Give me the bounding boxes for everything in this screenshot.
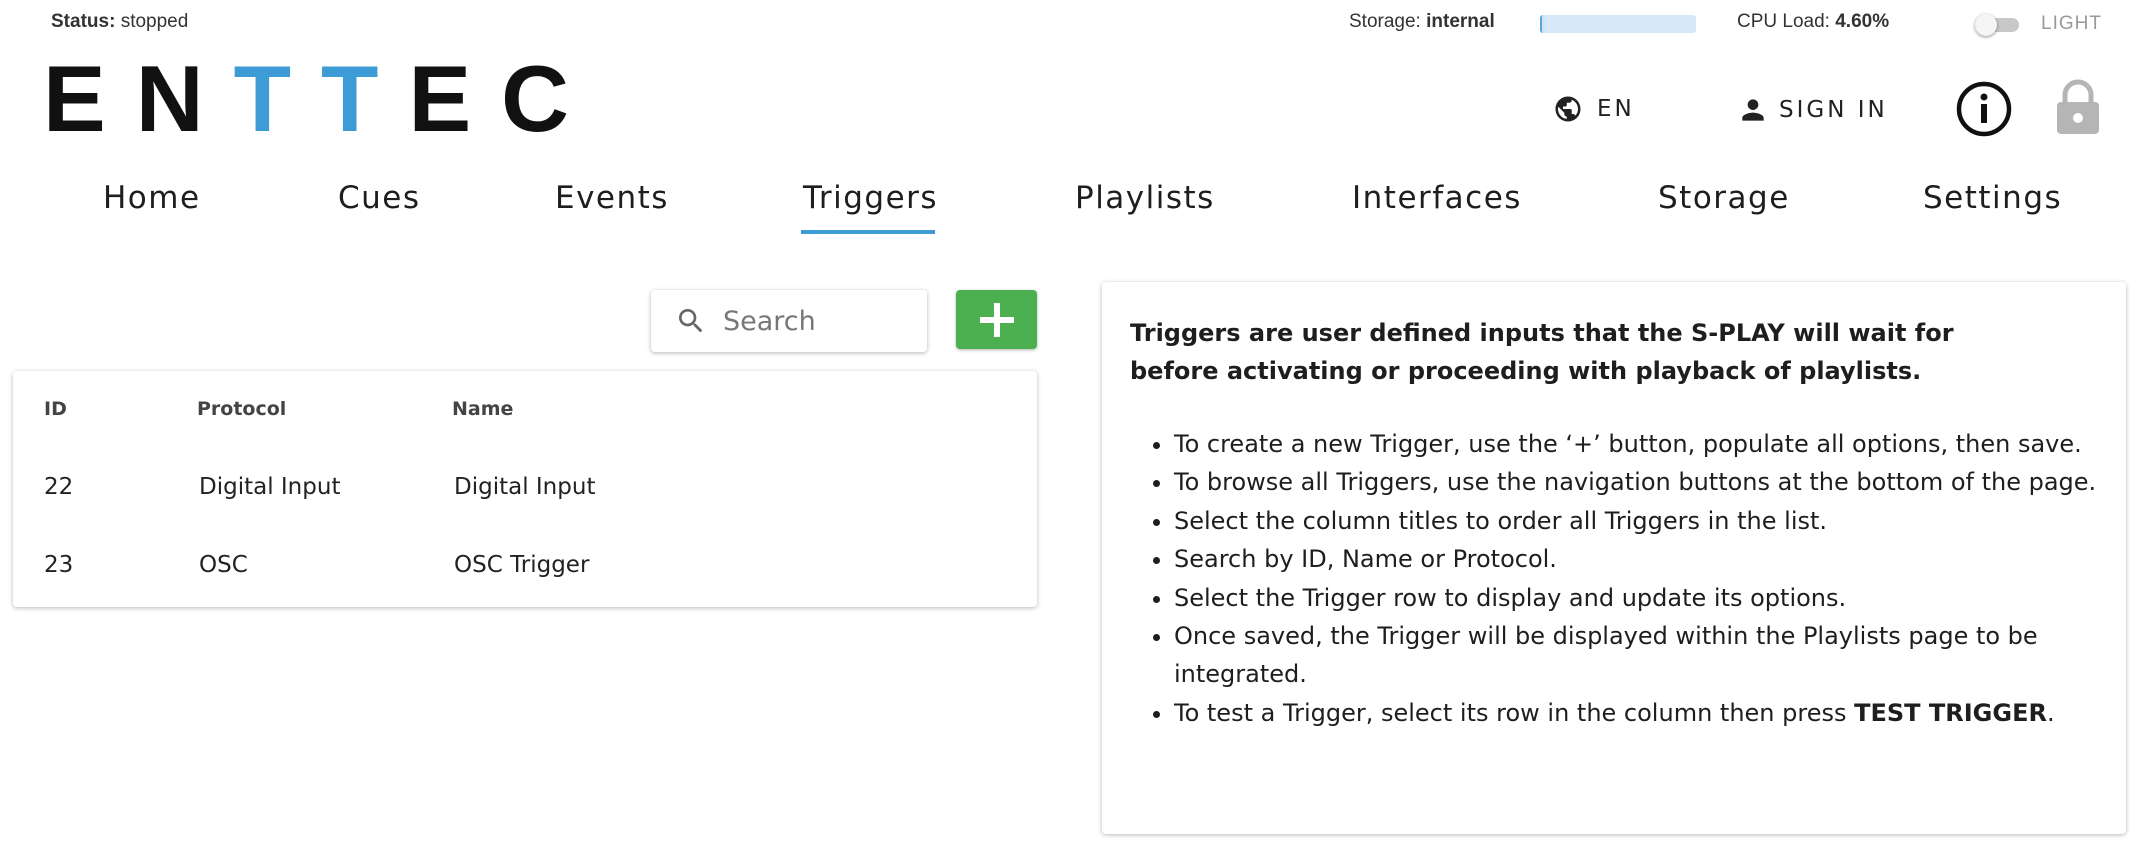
cell-protocol: OSC [199,552,248,578]
logo-text-end: EC [408,46,600,151]
cpu-load-label: CPU Load: [1737,11,1830,32]
search-box[interactable] [651,290,927,352]
tab-triggers[interactable]: Triggers [803,180,938,216]
cell-id: 23 [44,552,74,578]
cpu-load-value: 4.60% [1835,11,1890,32]
help-item: Select the Trigger row to display and up… [1174,579,2134,617]
help-intro: Triggers are user defined inputs that th… [1130,319,1954,385]
status-value: stopped [120,11,189,32]
help-list: To create a new Trigger, use the ‘+’ but… [1130,425,2134,732]
status-label: Status: [51,11,116,32]
search-icon [679,309,703,333]
tab-interfaces[interactable]: Interfaces [1352,180,1522,216]
language-label: EN [1597,96,1635,122]
cell-id: 22 [44,474,74,500]
help-item-text: To test a Trigger, select its row in the… [1174,698,1855,727]
column-header-name[interactable]: Name [452,398,513,420]
globe-icon [1555,96,1581,122]
cpu-load-indicator: CPU Load: 4.60% [1737,11,1889,33]
help-item: To create a new Trigger, use the ‘+’ but… [1174,425,2134,463]
lock-icon [2057,79,2099,134]
help-item: Once saved, the Trigger will be displaye… [1174,617,2134,694]
tab-settings[interactable]: Settings [1923,180,2062,216]
theme-toggle-knob[interactable] [1975,14,1997,36]
theme-toggle-label: LIGHT [2041,13,2102,34]
column-header-protocol[interactable]: Protocol [197,398,286,420]
language-button[interactable]: EN [1553,94,1635,124]
storage-usage-bar [1540,15,1696,33]
info-icon [1956,81,2012,137]
column-header-id[interactable]: ID [44,398,67,420]
lock-button[interactable] [2053,78,2103,136]
cell-name: Digital Input [454,474,596,500]
tab-home[interactable]: Home [103,180,201,216]
status-indicator: Status: stopped [51,11,188,33]
help-item: Search by ID, Name or Protocol. [1174,540,2134,578]
help-item: Select the column titles to order all Tr… [1174,502,2134,540]
logo-text-accent: TT [233,46,409,151]
test-trigger-label: TEST TRIGGER [1854,698,2047,727]
info-button[interactable] [1955,80,2013,138]
storage-usage-fill [1542,15,1546,33]
theme-toggle[interactable] [1975,14,2021,36]
search-input[interactable] [721,304,915,338]
storage-value: internal [1426,11,1495,32]
person-icon [1742,99,1764,121]
logo-text-start: EN [43,46,234,151]
cell-protocol: Digital Input [199,474,341,500]
active-tab-indicator [801,230,935,234]
enttec-logo[interactable]: ENTTEC [43,52,599,146]
sign-in-button[interactable]: SIGN IN [1737,94,1888,126]
cell-name: OSC Trigger [454,552,590,578]
tab-cues[interactable]: Cues [338,180,421,216]
storage-indicator: Storage: internal [1349,11,1495,33]
sign-in-label: SIGN IN [1779,97,1888,123]
tab-events[interactable]: Events [555,180,669,216]
tab-playlists[interactable]: Playlists [1075,180,1215,216]
add-trigger-button[interactable] [956,290,1037,349]
storage-label: Storage: [1349,11,1421,32]
help-item: To test a Trigger, select its row in the… [1174,694,2134,732]
plus-icon [979,302,1014,337]
help-item: To browse all Triggers, use the navigati… [1174,463,2134,501]
help-item-end: . [2046,698,2055,727]
tab-storage[interactable]: Storage [1658,180,1790,216]
